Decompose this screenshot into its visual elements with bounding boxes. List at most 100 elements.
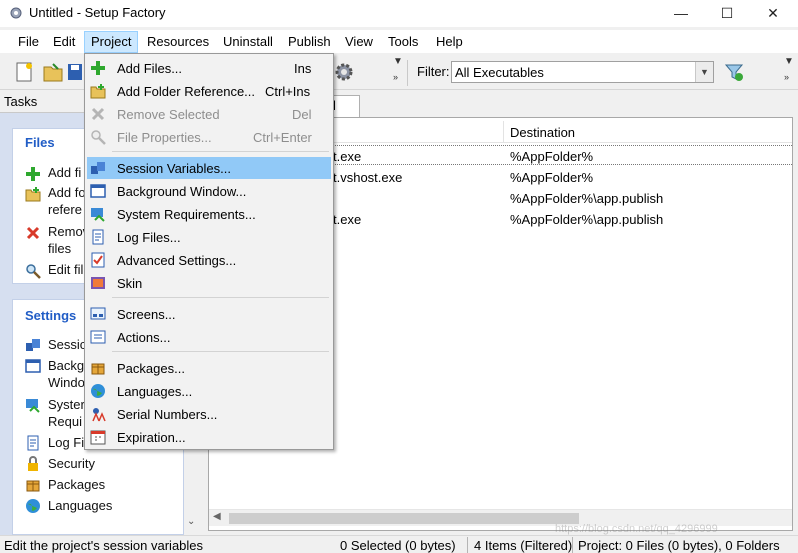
menu-file[interactable]: File <box>12 31 45 53</box>
menu-uninstall[interactable]: Uninstall <box>217 31 279 53</box>
menu-item-add-folder-reference[interactable]: Add Folder Reference... Ctrl+Ins <box>87 80 331 102</box>
column-divider[interactable] <box>503 121 504 143</box>
menu-item-file-properties[interactable]: File Properties... Ctrl+Enter <box>87 126 331 148</box>
menu-publish[interactable]: Publish <box>282 31 337 53</box>
menu-item-shortcut: Ins <box>294 61 312 76</box>
actions-icon <box>90 330 106 344</box>
new-project-icon[interactable] <box>13 61 35 83</box>
menu-item-label: Packages... <box>117 361 185 376</box>
menu-item-session-variables[interactable]: Session Variables... <box>87 157 331 179</box>
status-divider <box>467 537 468 553</box>
log-file-icon <box>27 435 39 451</box>
menu-item-label: Add Files... <box>117 61 183 76</box>
folder-add-icon <box>25 187 41 202</box>
package-icon <box>91 363 105 375</box>
task-remove-files[interactable]: Remov <box>48 223 89 240</box>
session-variables-icon <box>91 162 105 174</box>
filter-select[interactable]: All Executables ▼ <box>451 61 714 83</box>
menu-item-label: Languages... <box>117 384 193 399</box>
log-file-icon <box>92 229 104 245</box>
menu-help[interactable]: Help <box>430 31 469 53</box>
table-row-0-file[interactable]: t.exe <box>333 149 361 164</box>
task-background-window-line2[interactable]: Windo <box>48 374 85 391</box>
toolbar-divider <box>407 60 408 86</box>
menu-item-remove-selected[interactable]: Remove Selected Del <box>87 103 331 125</box>
table-row-2-destination[interactable]: %AppFolder%\app.publish <box>510 191 663 206</box>
save-project-icon[interactable] <box>68 61 82 83</box>
menu-item-add-files[interactable]: Add Files... Ins <box>87 57 331 79</box>
package-icon <box>26 480 40 492</box>
screens-icon <box>90 307 106 320</box>
task-background-window[interactable]: Backg <box>48 357 84 374</box>
filter-overflow-chevron-icon[interactable]: ▼ <box>784 56 794 67</box>
table-row-1-destination[interactable]: %AppFolder% <box>510 170 593 185</box>
menu-item-label: Add Folder Reference... <box>117 84 256 99</box>
menu-item-serial-numbers[interactable]: Serial Numbers... <box>87 403 331 425</box>
status-items: 4 Items (Filtered) <box>474 538 573 553</box>
settings-panel-title[interactable]: Settings <box>25 308 76 323</box>
menu-item-screens[interactable]: Screens... <box>87 303 331 325</box>
table-row-1-file[interactable]: t.vshost.exe <box>333 170 402 185</box>
menu-item-log-files[interactable]: Log Files... <box>87 226 331 248</box>
task-log-files[interactable]: Log Fi <box>48 434 84 451</box>
menu-item-packages[interactable]: Packages... <box>87 357 331 379</box>
menu-edit[interactable]: Edit <box>47 31 81 53</box>
minimize-button[interactable]: — <box>658 0 704 27</box>
menu-resources[interactable]: Resources <box>141 31 215 53</box>
table-row-3-file[interactable]: t.exe <box>333 212 361 227</box>
menu-item-languages[interactable]: Languages... <box>87 380 331 402</box>
task-languages[interactable]: Languages <box>48 497 112 514</box>
menu-item-skin[interactable]: Skin <box>87 272 331 294</box>
setup-factory-app-icon <box>10 7 22 19</box>
task-add-folder[interactable]: Add fo <box>48 184 86 201</box>
task-add-folder-line2[interactable]: refere <box>48 201 82 218</box>
task-packages[interactable]: Packages <box>48 476 105 493</box>
menu-item-system-requirements[interactable]: System Requirements... <box>87 203 331 225</box>
task-remove-files-line2[interactable]: files <box>48 240 71 257</box>
table-row-0-destination[interactable]: %AppFolder% <box>510 149 593 164</box>
close-button[interactable]: ✕ <box>750 0 796 27</box>
task-system-requirements[interactable]: Syster <box>48 396 85 413</box>
menu-item-expiration[interactable]: Expiration... <box>87 426 331 448</box>
chevron-left-icon[interactable]: ◀ <box>213 511 221 522</box>
task-session-variables[interactable]: Sessic <box>48 336 86 353</box>
column-destination[interactable]: Destination <box>510 125 575 140</box>
status-bar: Edit the project's session variables 0 S… <box>0 535 798 553</box>
task-add-files[interactable]: Add fi <box>48 164 81 181</box>
magnifier-icon <box>91 130 106 145</box>
files-panel-title[interactable]: Files <box>25 135 55 150</box>
window-title: Untitled - Setup Factory <box>29 5 166 20</box>
globe-icon <box>91 384 105 398</box>
menu-tools[interactable]: Tools <box>382 31 424 53</box>
chevron-down-icon[interactable]: ⌄ <box>187 516 195 527</box>
menu-item-background-window[interactable]: Background Window... <box>87 180 331 202</box>
task-system-requirements-line2[interactable]: Requi <box>48 413 82 430</box>
toolbar-overflow-chevron-icon[interactable]: ▼ <box>393 56 403 67</box>
menu-project[interactable]: Project <box>84 31 139 53</box>
filter-apply-icon[interactable] <box>723 61 745 83</box>
menu-item-label: System Requirements... <box>117 207 256 222</box>
scrollbar-thumb[interactable] <box>229 513 579 524</box>
menu-item-shortcut: Ctrl+Enter <box>253 130 312 145</box>
task-security[interactable]: Security <box>48 455 95 472</box>
open-project-icon[interactable] <box>42 61 64 83</box>
menu-item-label: Log Files... <box>117 230 181 245</box>
menu-item-advanced-settings[interactable]: Advanced Settings... <box>87 249 331 271</box>
watermark: https://blog.csdn.net/qq_4296999 <box>555 523 718 535</box>
chevron-down-icon[interactable]: ▼ <box>695 62 713 82</box>
menu-item-shortcut: Del <box>292 107 312 122</box>
toolbar-more-icon[interactable]: » <box>393 72 398 82</box>
menu-separator <box>112 151 329 152</box>
task-edit-file[interactable]: Edit fil <box>48 261 83 278</box>
filter-value: All Executables <box>455 65 544 80</box>
system-requirements-icon <box>26 399 40 413</box>
window-icon <box>90 184 106 198</box>
menu-separator <box>112 297 329 298</box>
settings-gear-icon[interactable] <box>333 61 355 83</box>
menu-item-actions[interactable]: Actions... <box>87 326 331 348</box>
filter-more-icon[interactable]: » <box>784 72 789 82</box>
menu-view[interactable]: View <box>339 31 379 53</box>
magnifier-icon <box>26 264 41 279</box>
maximize-button[interactable]: ☐ <box>704 0 750 27</box>
table-row-3-destination[interactable]: %AppFolder%\app.publish <box>510 212 663 227</box>
